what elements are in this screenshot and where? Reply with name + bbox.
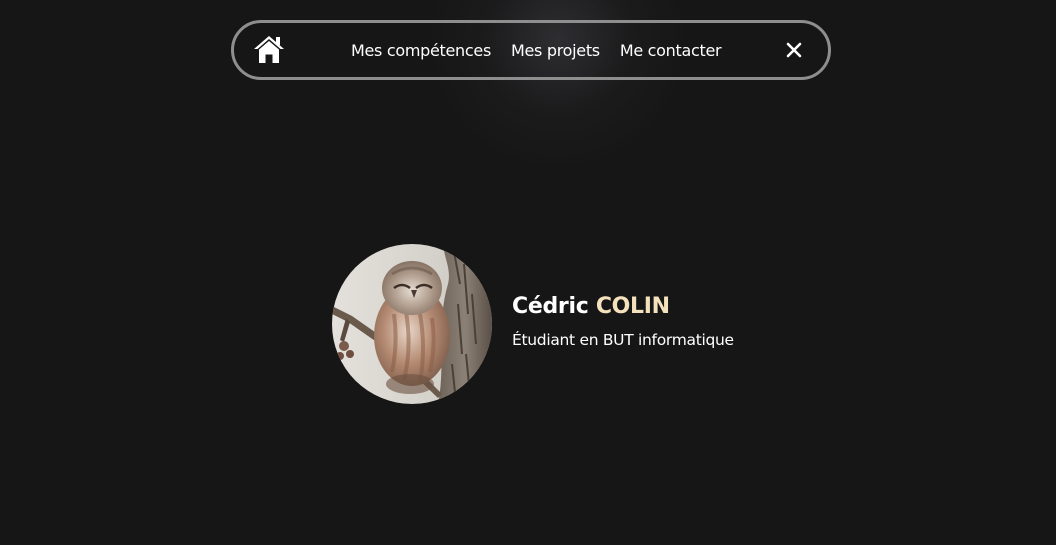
avatar (332, 244, 492, 404)
owl-photo (332, 244, 492, 404)
nav-link-competences[interactable]: Mes compétences (351, 41, 491, 60)
nav-link-contact[interactable]: Me contacter (620, 41, 722, 60)
last-name: COLIN (595, 293, 670, 319)
first-name: Cédric (512, 293, 589, 319)
nav-links: Mes compétences Mes projets Me contacter (351, 23, 722, 77)
navbar: Mes compétences Mes projets Me contacter (231, 20, 831, 80)
profile-info: Cédric COLIN Étudiant en BUT informatiqu… (512, 294, 734, 349)
nav-link-projets[interactable]: Mes projets (511, 41, 600, 60)
close-menu-button[interactable] (783, 39, 805, 61)
profile-subtitle: Étudiant en BUT informatique (512, 330, 734, 349)
home-button[interactable] (252, 32, 286, 66)
home-icon (254, 36, 284, 63)
profile-section: Cédric COLIN Étudiant en BUT informatiqu… (332, 244, 734, 404)
close-icon (786, 42, 802, 58)
profile-name: Cédric COLIN (512, 294, 734, 319)
